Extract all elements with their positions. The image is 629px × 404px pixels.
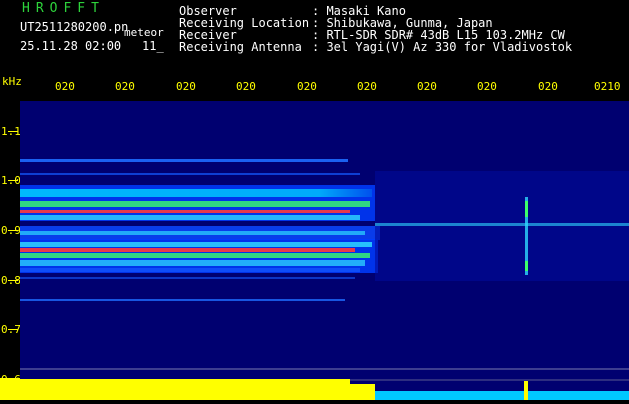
signal-band: [20, 277, 355, 279]
meteor-echo: [525, 261, 528, 271]
frequency-unit-label: kHz: [2, 75, 22, 88]
amplitude-strip: [350, 384, 375, 400]
file-name: UT2511280200.pn: [20, 20, 129, 34]
signal-band: [20, 189, 372, 197]
spectrogram-graphic: [20, 101, 629, 400]
antenna-value: : 3el Yagi(V) Az 330 for Vladivostok: [312, 40, 573, 54]
signal-band: [20, 215, 360, 220]
counter: 11_: [142, 39, 164, 53]
frequency-tick-mark: [8, 180, 18, 181]
time-tick-label: 020: [538, 80, 558, 93]
header-panel: HROFFT UT2511280200.pn meteor 25.11.28 0…: [0, 0, 629, 72]
signal-band: [20, 260, 365, 266]
antenna-label: Receiving Antenna: [179, 40, 302, 54]
amplitude-spike: [524, 381, 528, 400]
signal-band: [20, 201, 370, 207]
amplitude-strip: [20, 379, 350, 400]
signal-band: [20, 159, 348, 162]
time-tick-label: 020: [55, 80, 75, 93]
signal-band: [20, 242, 372, 247]
amplitude-strip-left: [0, 378, 20, 400]
app-title: HROFFT: [22, 1, 105, 16]
time-tick-label: 020: [115, 80, 135, 93]
signal-band: [20, 253, 370, 258]
time-tick-label: 020: [297, 80, 317, 93]
time-tick-label: 020: [176, 80, 196, 93]
signal-band: [20, 210, 350, 213]
frequency-tick-mark: [8, 230, 18, 231]
frequency-tick-mark: [8, 131, 18, 132]
meteor-echo: [525, 201, 528, 217]
signal-band: [20, 173, 360, 175]
signal-band: [20, 231, 365, 235]
signal-band: [20, 268, 360, 272]
signal-band: [20, 299, 345, 301]
mode-label: meteor: [124, 26, 164, 39]
time-tick-label: 020: [477, 80, 497, 93]
time-tick-label: 020: [417, 80, 437, 93]
spectrogram-panel: [20, 101, 629, 400]
date-time: 25.11.28 02:00: [20, 39, 122, 53]
time-tick-label: 020: [357, 80, 377, 93]
frequency-tick-mark: [8, 329, 18, 330]
time-tick-label: 0210: [594, 80, 621, 93]
amplitude-strip-secondary: [375, 391, 629, 400]
signal-band: [20, 248, 355, 252]
frequency-tick-mark: [8, 280, 18, 281]
carrier-line: [375, 223, 629, 226]
time-tick-label: 020: [236, 80, 256, 93]
